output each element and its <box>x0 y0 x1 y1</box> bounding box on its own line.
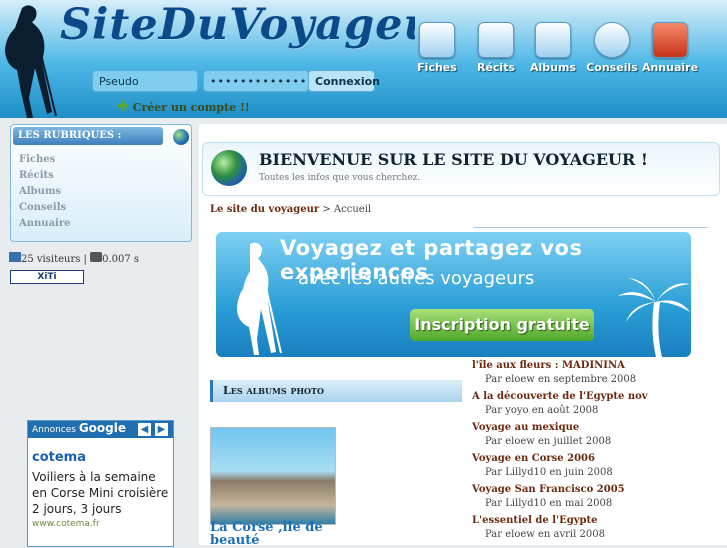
tagline: Toutes les infos que vous cherchez. <box>259 173 421 183</box>
globe-icon <box>211 150 247 186</box>
clock-icon <box>90 252 103 262</box>
albums-icon <box>535 22 571 58</box>
globe-icon <box>173 129 189 145</box>
sidebar-item-conseils[interactable]: Conseils <box>19 202 66 213</box>
album-meta: Par eloew en septembre 2008 <box>485 374 637 385</box>
sidebar-rubriques: LES RUBRIQUES : Fiches Récits Albums Con… <box>10 124 192 242</box>
password-input[interactable]: ••••••••••••• <box>203 70 309 92</box>
album-meta: Par yoyo en août 2008 <box>485 405 599 416</box>
site-header: SiteDuVoyageur.com Fiches Récits Albums … <box>0 0 727 118</box>
sidebar-title: LES RUBRIQUES : <box>13 127 163 145</box>
hiker-silhouette-icon <box>5 5 57 118</box>
annuaire-icon <box>652 22 688 58</box>
album-list-item[interactable]: A la découverte de l'Egypte nov Par yoyo… <box>472 391 648 416</box>
album-title[interactable]: Voyage San Francisco 2005 <box>472 484 625 495</box>
signup-button[interactable]: Inscription gratuite <box>410 309 594 341</box>
breadcrumb: Le site du voyageur > Accueil <box>210 204 371 215</box>
album-thumbnail[interactable] <box>210 427 336 525</box>
sidebar-item-recits[interactable]: Récits <box>19 170 54 181</box>
albums-section-title: Les albums photo <box>210 380 462 402</box>
sidebar-item-fiches[interactable]: Fiches <box>19 154 55 165</box>
sidebar-item-albums[interactable]: Albums <box>19 186 61 197</box>
fiches-icon <box>419 22 455 58</box>
album-title[interactable]: Voyage en Corse 2006 <box>472 453 613 464</box>
nav-annuaire[interactable]: Annuaire <box>635 22 705 74</box>
pseudo-input[interactable]: Pseudo <box>92 70 198 92</box>
create-account-label: Créer un compte !! <box>132 101 250 114</box>
sidebar-item-annuaire[interactable]: Annuaire <box>19 218 70 229</box>
main-content: BIENVENUE SUR LE SITE DU VOYAGEUR ! Tout… <box>199 124 727 547</box>
album-list-item[interactable]: Voyage au mexique Par eloew en juillet 2… <box>472 422 611 447</box>
album-meta: Par eloew en juillet 2008 <box>485 436 612 447</box>
ad-url[interactable]: www.cotema.fr <box>32 519 169 529</box>
album-meta: Par eloew en avril 2008 <box>485 529 605 540</box>
album-title[interactable]: l'île aux fleurs : MADININA <box>472 360 636 371</box>
xiti-badge[interactable]: XiTi <box>10 270 84 284</box>
album-thumbnail-caption[interactable]: La Corse ,île de beauté <box>210 521 340 547</box>
album-list-item[interactable]: Voyage en Corse 2006 Par Lillyd10 en jui… <box>472 453 613 478</box>
album-list-item[interactable]: l'île aux fleurs : MADININA Par eloew en… <box>472 360 636 385</box>
recits-icon <box>478 22 514 58</box>
album-title[interactable]: L'essentiel de l'Egypte <box>472 515 605 526</box>
palm-tree-icon <box>618 278 690 357</box>
album-list-item[interactable]: Voyage San Francisco 2005 Par Lillyd10 e… <box>472 484 625 509</box>
breadcrumb-home-link[interactable]: Le site du voyageur <box>210 204 319 215</box>
ads-label: Annonces <box>32 425 76 435</box>
plus-icon: ✚ <box>117 99 129 115</box>
ads-prev-icon[interactable]: ◀ <box>138 423 151 436</box>
visitors-count: 25 visiteurs <box>21 254 81 265</box>
hiker-silhouette-icon <box>237 242 282 355</box>
breadcrumb-current: > Accueil <box>319 204 372 215</box>
album-meta: Par Lillyd10 en juin 2008 <box>485 467 613 478</box>
ad-text: Voiliers à la semaine en Corse Mini croi… <box>32 470 169 516</box>
visitors-icon <box>9 252 21 262</box>
google-ads: Annonces Google ◀ ▶ cotema Voiliers à la… <box>27 420 174 547</box>
signup-banner[interactable]: Voyagez et partagez vos experiences avec… <box>216 232 691 357</box>
album-list-item[interactable]: L'essentiel de l'Egypte Par eloew en avr… <box>472 515 605 540</box>
ad-title[interactable]: cotema <box>32 450 169 465</box>
page-title: BIENVENUE SUR LE SITE DU VOYAGEUR ! <box>259 150 648 169</box>
conseils-icon <box>594 22 630 58</box>
banner-subline: avec les autres voyageurs <box>298 268 535 289</box>
page-time: 0.007 s <box>102 254 140 265</box>
album-meta: Par Lillyd10 en mai 2008 <box>485 498 613 509</box>
google-logo: Google <box>78 421 127 435</box>
album-title[interactable]: Voyage au mexique <box>472 422 611 433</box>
divider <box>474 227 707 228</box>
create-account-link[interactable]: ✚ Créer un compte !! <box>117 99 250 115</box>
nav-label: Annuaire <box>641 61 699 74</box>
ads-next-icon[interactable]: ▶ <box>155 423 168 436</box>
ads-bar: Annonces Google ◀ ▶ <box>28 421 173 438</box>
album-title[interactable]: A la découverte de l'Egypte nov <box>472 391 648 402</box>
site-logo[interactable]: SiteDuVoyageur.com <box>60 0 415 50</box>
login-button[interactable]: Connexion <box>308 70 380 92</box>
site-stats: 25 visiteurs | 0.007 s <box>9 252 139 265</box>
